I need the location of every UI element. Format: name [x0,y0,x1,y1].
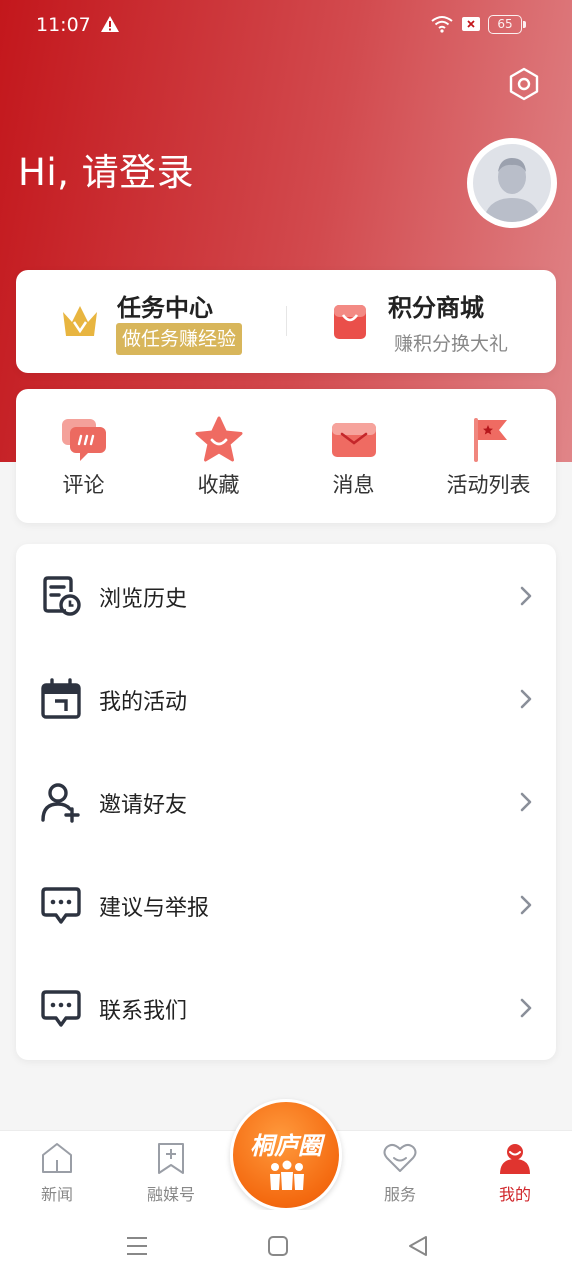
tab-label: 新闻 [40,1185,73,1204]
shortcut-label: 消息 [332,473,375,497]
flag-icon [473,418,507,462]
chevron-right-icon [520,792,532,812]
center-button-label: 桐庐圈 [250,1132,322,1160]
menu-label: 联系我们 [99,999,188,1024]
back-icon[interactable] [404,1232,432,1260]
shortcut-comment[interactable]: 评论 [16,389,151,523]
shortcut-activity-list[interactable]: 活动列表 [421,389,556,523]
comment-icon [61,419,106,461]
crown-icon [63,306,97,336]
home-icon [42,1143,72,1173]
chat-icon [41,990,81,1027]
menu-item-my-activities[interactable]: 我的活动 [16,647,556,750]
task-shop-card: 任务中心 做任务赚经验 积分商城 赚积分换大礼 [16,270,556,373]
points-mall-title: 积分商城 [388,294,484,322]
calendar-icon [41,678,81,719]
menu-label: 浏览历史 [99,587,188,612]
people-icon [270,1160,304,1190]
bookmark-icon [158,1143,184,1174]
profile-icon [500,1144,530,1174]
shortcut-message[interactable]: 消息 [286,389,421,523]
wifi-icon [431,16,453,33]
mail-icon [331,423,376,457]
battery-indicator: 65 [488,15,526,34]
system-navigation-bar [0,1210,572,1280]
menu-item-history[interactable]: 浏览历史 [16,544,556,647]
heart-icon [383,1143,417,1172]
avatar[interactable] [467,138,557,228]
menu-item-invite-friends[interactable]: 邀请好友 [16,750,556,853]
status-time: 11:07 [36,14,91,36]
menu-card: 浏览历史 我的活动 邀请好友 建议与举报 联系我们 [16,544,556,1060]
shopping-bag-icon [334,305,366,339]
chevron-right-icon [520,689,532,709]
shortcut-label: 活动列表 [446,473,531,497]
chevron-right-icon [520,586,532,606]
points-mall-subtitle: 赚积分换大礼 [394,333,509,355]
menu-icon[interactable] [123,1232,151,1260]
tab-mine[interactable]: 我的 [465,1131,565,1211]
menu-label: 建议与举报 [99,896,210,921]
shortcut-label: 收藏 [197,473,240,497]
tab-label: 我的 [498,1185,531,1204]
status-bar: 11:07 65 [0,0,572,52]
tab-circle-center-button[interactable]: 桐庐圈 [230,1099,342,1211]
shortcut-card: 评论 收藏 消息 活动列表 [16,389,556,523]
tab-services[interactable]: 服务 [350,1131,450,1211]
login-prompt[interactable]: Hi, 请登录 [18,142,194,196]
menu-item-feedback[interactable]: 建议与举报 [16,853,556,956]
menu-label: 邀请好友 [99,793,188,818]
home-nav-icon[interactable] [264,1232,292,1260]
shortcut-label: 评论 [62,473,105,497]
star-icon [195,416,242,462]
no-sim-icon [462,17,480,31]
history-icon [43,576,81,616]
chevron-right-icon [520,998,532,1018]
tab-label: 服务 [383,1185,416,1204]
feedback-icon [41,887,81,924]
chevron-right-icon [520,895,532,915]
menu-label: 我的活动 [99,690,188,715]
warning-icon [101,16,119,32]
divider [286,306,287,336]
tab-label: 融媒号 [146,1185,195,1204]
task-center-badge: 做任务赚经验 [116,323,243,355]
tab-news[interactable]: 新闻 [7,1131,107,1211]
tab-media[interactable]: 融媒号 [121,1131,221,1211]
settings-icon[interactable] [506,66,542,102]
add-user-icon [41,783,80,823]
task-center-title: 任务中心 [117,294,213,322]
default-avatar-icon [483,158,541,222]
shortcut-favorite[interactable]: 收藏 [151,389,286,523]
menu-item-contact-us[interactable]: 联系我们 [16,956,556,1059]
